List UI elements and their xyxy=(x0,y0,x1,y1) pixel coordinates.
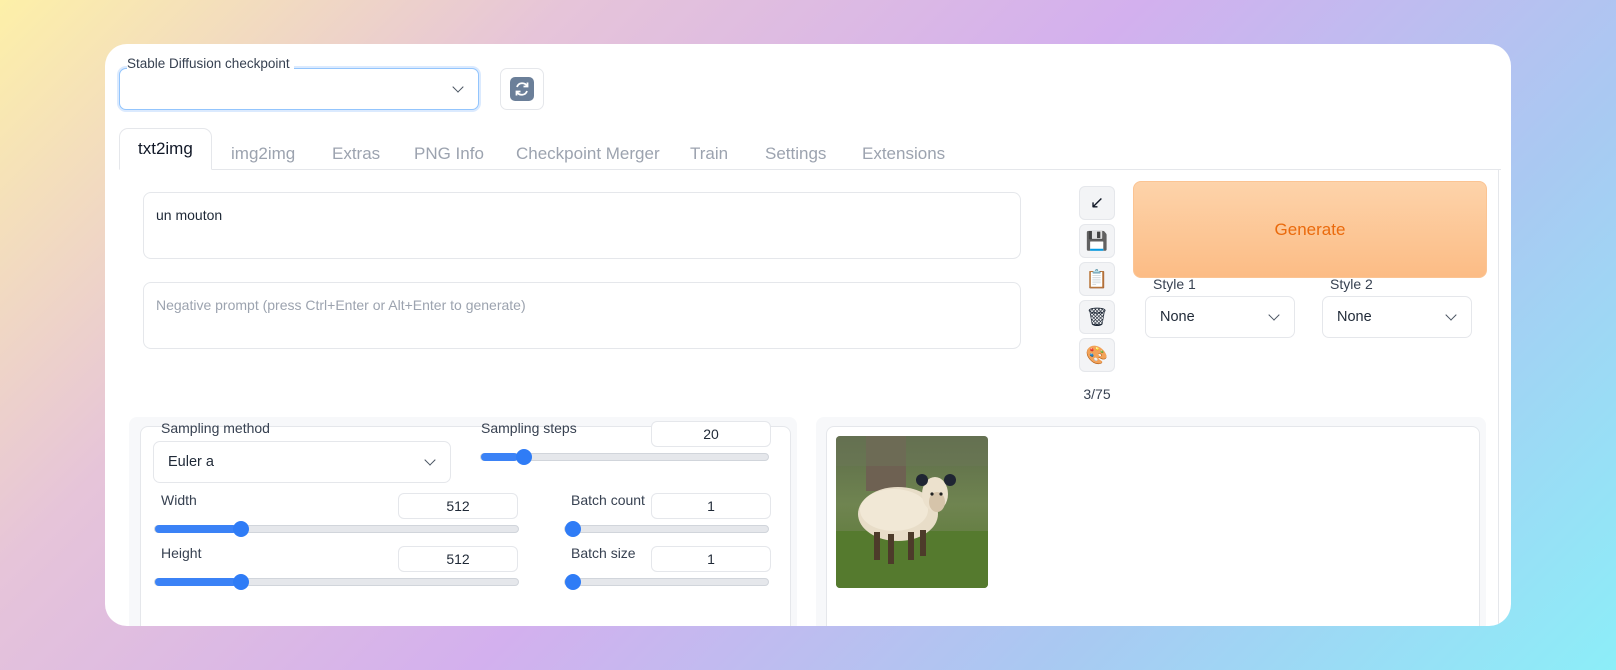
lower-panels: Sampling method Euler a Sampling steps 2… xyxy=(105,0,1511,626)
batch-count-input[interactable]: 1 xyxy=(651,493,771,519)
batch-size-slider-thumb[interactable] xyxy=(565,574,581,590)
height-slider[interactable] xyxy=(154,574,519,590)
batch-count-label: Batch count xyxy=(571,492,645,508)
sampling-method-value: Euler a xyxy=(168,454,214,470)
width-slider[interactable] xyxy=(154,521,519,537)
width-input[interactable]: 512 xyxy=(398,493,518,519)
generated-image-thumbnail[interactable] xyxy=(836,436,988,588)
sheep-image xyxy=(836,436,988,588)
sampling-steps-slider-fill xyxy=(481,453,518,461)
sampling-steps-label: Sampling steps xyxy=(481,420,577,436)
sampling-steps-slider[interactable] xyxy=(480,449,769,465)
width-label: Width xyxy=(161,492,197,508)
height-label: Height xyxy=(161,545,202,561)
sampling-steps-slider-thumb[interactable] xyxy=(515,449,532,465)
tab-txt2img[interactable]: txt2img xyxy=(119,128,212,170)
height-input[interactable]: 512 xyxy=(398,546,518,572)
chevron-down-icon xyxy=(424,454,436,466)
batch-size-input[interactable]: 1 xyxy=(651,546,771,572)
width-slider-fill xyxy=(155,525,237,533)
lower-panels-clip: Sampling method Euler a Sampling steps 2… xyxy=(105,44,1511,626)
batch-size-label: Batch size xyxy=(571,545,636,561)
sampling-method-select[interactable]: Euler a xyxy=(153,441,451,483)
sampling-steps-input[interactable]: 20 xyxy=(651,421,771,447)
sampling-method-label: Sampling method xyxy=(161,420,270,436)
batch-size-slider[interactable] xyxy=(564,574,769,590)
batch-count-slider[interactable] xyxy=(564,521,769,537)
height-slider-fill xyxy=(155,578,237,586)
batch-count-slider-thumb[interactable] xyxy=(565,521,581,537)
